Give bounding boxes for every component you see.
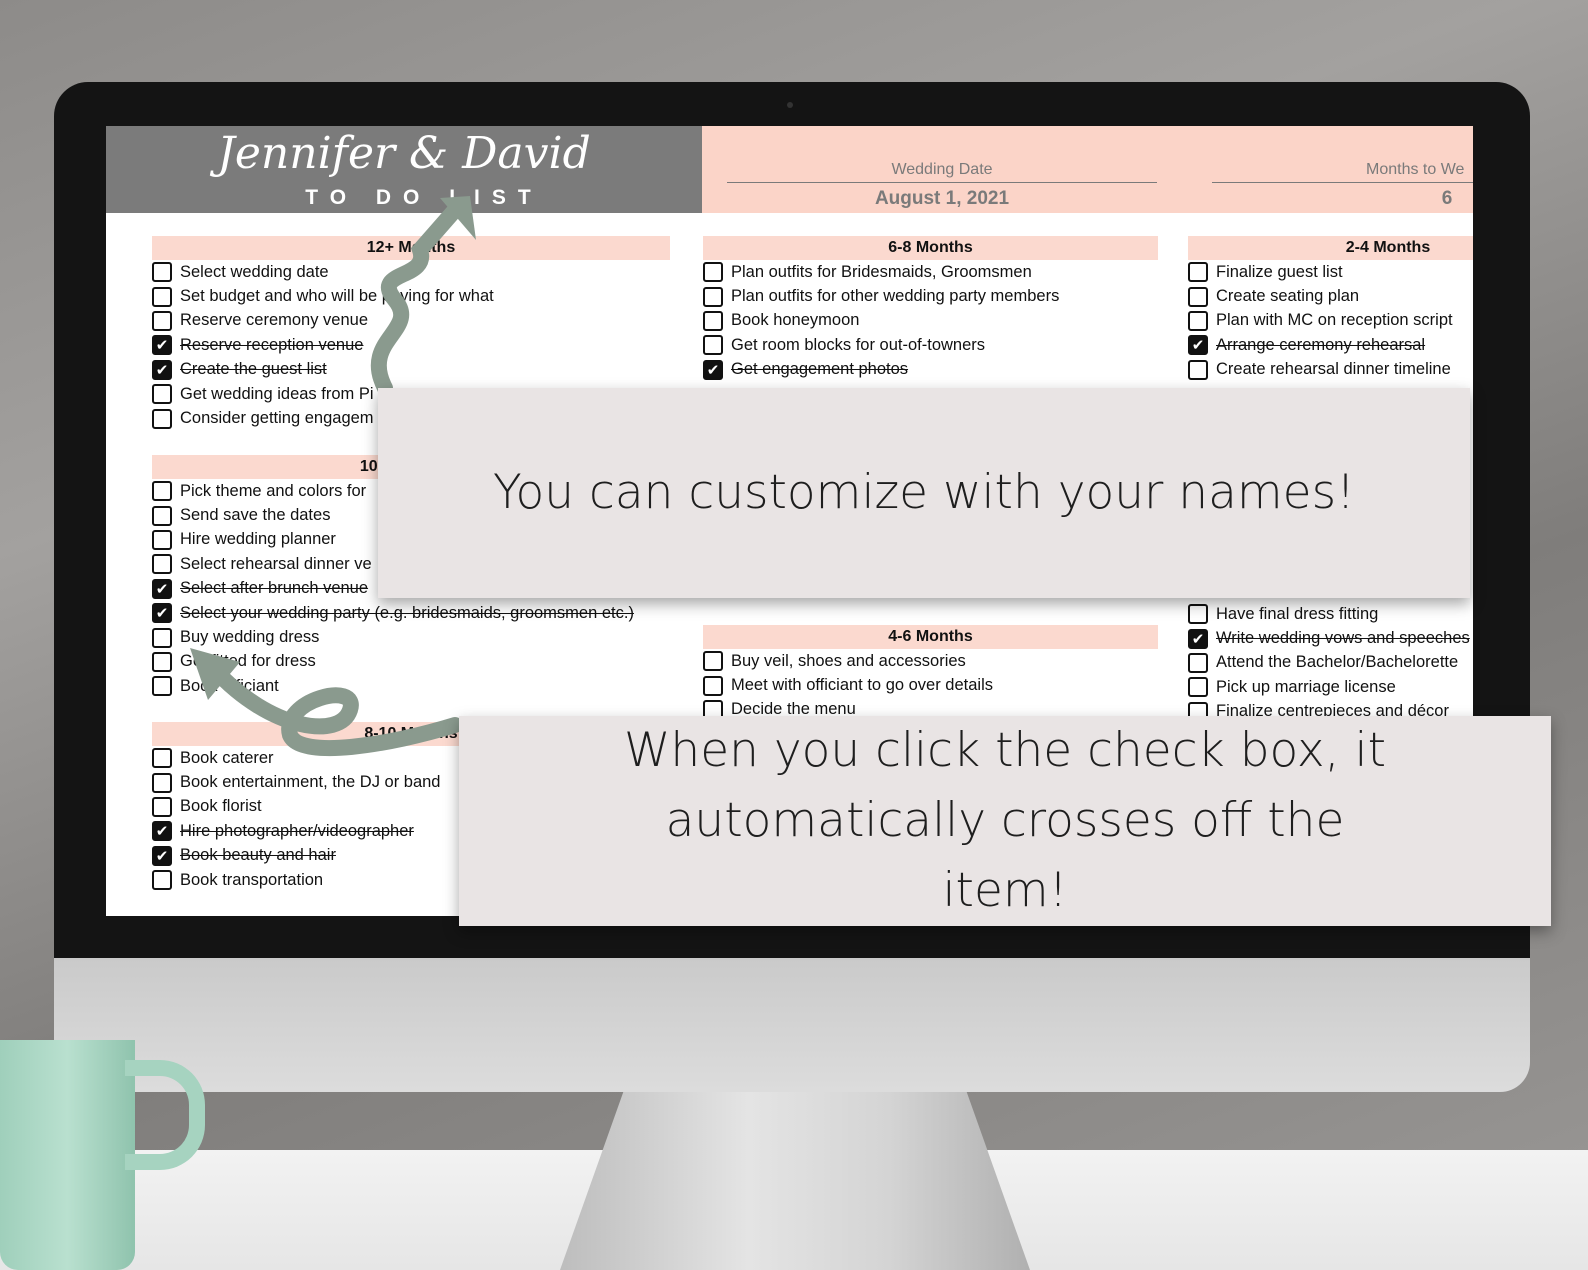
arrow-curl-icon <box>207 662 463 757</box>
mug-handle <box>125 1060 205 1170</box>
arrow-up-icon <box>370 202 463 396</box>
callout-names: You can customize with your names! <box>378 388 1470 598</box>
callout-checkbox: When you click the check box, it automat… <box>459 716 1551 926</box>
coffee-mug <box>0 1040 135 1270</box>
arrows-layer <box>190 196 476 757</box>
